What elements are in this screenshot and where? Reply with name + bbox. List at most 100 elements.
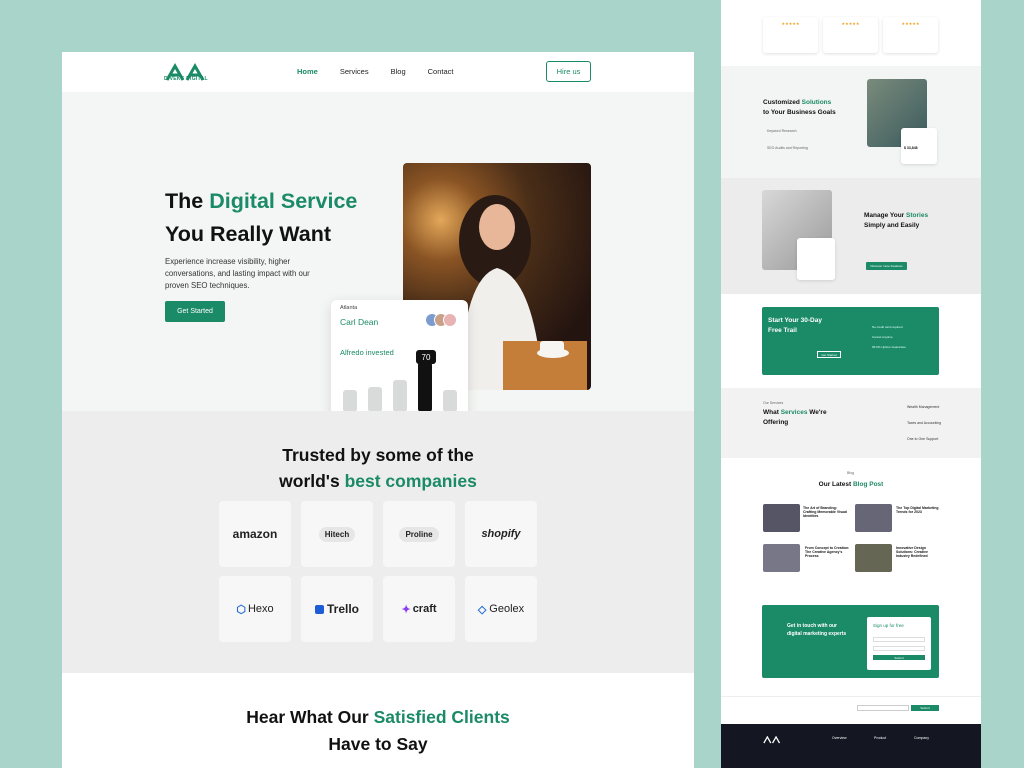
review-card: ★★★★★ [823,17,878,53]
brand-name: DIVEKS DIGITAL [164,76,208,82]
trial-section: Start Your 30-Day Free Trail Get Started… [721,294,981,388]
hire-us-button[interactable]: Hire us [546,61,591,82]
top-nav: DIVEKS DIGITAL Home Services Blog Contac… [62,52,694,92]
trusted-section: Trusted by some of the world's best comp… [62,411,694,673]
trial-item: No credit card required [872,325,903,329]
blog-thumb [855,544,892,572]
signup-form: Sign up for free Submit [867,617,931,670]
invest-card: Atlanta Carl Dean Alfredo invested 70 [331,300,468,420]
blog-post-title[interactable]: From Concept to Creation: The Creative A… [805,546,850,558]
nav-links: Home Services Blog Contact [297,67,453,76]
footer-col: Overview [832,736,847,740]
stories-phone-card [797,238,835,280]
clients-title: Hear What Our Satisfied Clients Have to … [62,704,694,758]
invest-value: 70 [416,350,436,364]
solutions-stat: $ 33,848 [904,146,918,150]
logo-hitech: Hitech [301,501,373,567]
reviews-section: ★★★★★ ★★★★★ ★★★★★ [721,0,981,66]
blog-post-title[interactable]: The Top Digital Marketing Trends for 202… [896,506,941,514]
solutions-title-accent: Solutions [801,99,832,106]
solutions-item[interactable]: SEO Audits and Reporting [767,146,808,150]
logo-text: shopify [481,528,521,540]
invest-name: Carl Dean [340,317,379,327]
trial-banner: Start Your 30-Day Free Trail Get Started… [762,307,939,375]
nav-services[interactable]: Services [340,67,369,76]
services-section: Our Services What Services We're Offerin… [721,388,981,458]
landing-page: DIVEKS DIGITAL Home Services Blog Contac… [62,52,694,768]
services-title-pre: What [763,409,781,416]
services-title: What Services We're Offering [763,408,843,428]
logo-text: Trello [326,602,359,616]
service-item[interactable]: One to One Support [907,437,938,441]
subscribe-input[interactable] [857,705,909,711]
page-preview: ★★★★★ ★★★★★ ★★★★★ Customized Solutions to… [721,0,981,768]
trial-items: No credit card required Cancel anytime 9… [872,322,906,352]
solutions-title-pre: Customized [763,99,802,106]
invest-location: Atlanta [340,305,358,311]
blog-section: Blog Our Latest Blog Post The Art of Bra… [721,458,981,598]
footer-logo [763,736,781,744]
subscribe-bar: Submit [721,696,981,724]
blog-thumb [763,544,800,572]
trial-title: Start Your 30-Day Free Trail [768,317,822,334]
hero-description: Experience increase visibility, higher c… [165,257,310,290]
service-item[interactable]: Taxes and Accounting [907,421,941,425]
logo-text: amazon [232,527,278,541]
geolex-icon: ◇ [477,603,487,616]
nav-blog[interactable]: Blog [391,67,406,76]
service-item[interactable]: Wealth Management [907,405,939,409]
logo-text: Hitech [318,526,356,542]
signup-input[interactable] [873,637,925,642]
craft-icon: ✦ [401,603,411,616]
blog-label: Blog [847,471,855,475]
review-stars: ★★★★★ [781,21,800,26]
logo-shopify: shopify [465,501,537,567]
contact-section: Get in touch with our digital marketing … [721,598,981,696]
blog-title-accent: Blog Post [852,481,884,488]
logo-text: Geolex [489,603,525,615]
stories-title-pre: Manage Your [864,212,907,219]
logo-trello: Trello [301,576,373,642]
hero-title-pre: The [165,189,210,213]
clients-title-accent: Satisfied Clients [373,707,510,727]
blog-title-pre: Our Latest [818,481,853,488]
invest-bar [368,387,382,412]
nav-home[interactable]: Home [297,67,318,76]
blog-thumb [763,504,800,532]
stories-button[interactable]: Discover more Features [866,262,907,270]
nav-contact[interactable]: Contact [428,67,454,76]
blog-post-title[interactable]: The Art of Branding: Crafting Memorable … [803,506,848,518]
blog-post-title[interactable]: Innovative Design Solutions: Creative In… [896,546,941,558]
logo-hexo: ⬡ Hexo [219,576,291,642]
signup-submit-button[interactable]: Submit [873,655,925,660]
contact-title: Get in touch with our digital marketing … [787,623,847,637]
get-started-button[interactable]: Get Started [165,301,225,322]
services-label: Our Services [763,401,784,405]
solutions-stat-card: $ 33,848 [901,128,937,164]
solutions-title: Customized Solutions to Your Business Goa… [763,98,858,118]
review-stars: ★★★★★ [841,21,860,26]
hexo-icon: ⬡ [236,603,246,616]
signup-input[interactable] [873,646,925,651]
invest-bars [343,340,463,412]
hero-title: The Digital Service You Really Want [165,185,357,251]
trial-item: Cancel anytime [872,335,893,339]
invest-bar [393,380,407,412]
trusted-title-line1: Trusted by some of the [282,445,474,465]
solutions-item[interactable]: Keyword Research [767,129,797,133]
stories-section: Manage Your Stories Simply and Easily Dis… [721,178,981,294]
logo-amazon: amazon [219,501,291,567]
footer: Overview Product Company [721,724,981,768]
company-logos: amazon Hitech Proline shopify ⬡ Hexo Trel… [219,501,537,642]
trusted-title-pre: world's [279,471,345,491]
trial-button[interactable]: Get Started [817,351,841,358]
subscribe-button[interactable]: Submit [911,705,939,711]
logo-text: Proline [399,526,439,542]
hero-title-accent: Digital Service [209,189,358,213]
footer-col: Product [874,736,887,740]
stories-title-line2: Simply and Easily [864,222,920,229]
solutions-title-line2: to Your Business Goals [763,109,836,116]
contact-banner: Get in touch with our digital marketing … [762,605,939,678]
logo-proline: Proline [383,501,455,567]
logo-geolex: ◇ Geolex [465,576,537,642]
